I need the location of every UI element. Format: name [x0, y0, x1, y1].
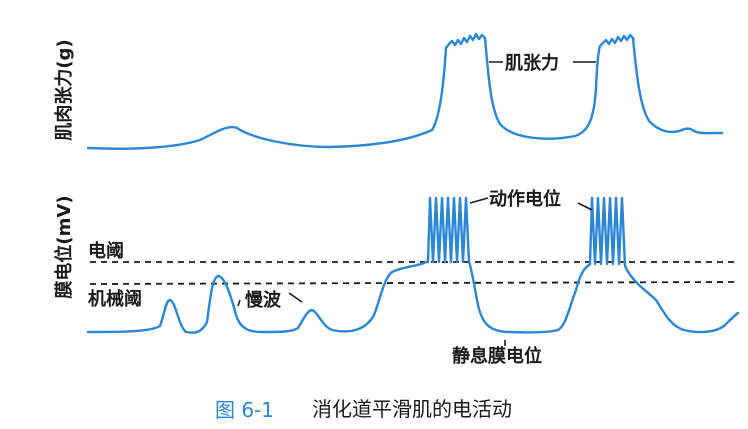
membrane-potential-trace: [86, 196, 740, 334]
bottom-ylabel: 膜电位(mV): [53, 195, 75, 299]
electrical-threshold-label: 电阈: [88, 240, 124, 262]
smooth-muscle-electrical-activity-diagram: 肌肉张力(g) 膜电位(mV) 肌张力 动作电位 电阈 机械阈 慢波 静息膜电位…: [53, 32, 740, 422]
muscle-tension-trace: [86, 32, 724, 150]
top-ylabel: 肌肉张力(g): [53, 39, 75, 140]
action-potential-label: 动作电位: [489, 188, 561, 210]
muscle-tension-label: 肌张力: [505, 53, 559, 74]
figure-number: 图 6-1: [215, 398, 274, 422]
figure-caption: 消化道平滑肌的电活动: [312, 397, 512, 421]
slow-wave-label: 慢波: [245, 289, 282, 311]
mechanical-threshold-line: [89, 281, 739, 285]
mechanical-threshold-label: 机械阈: [88, 288, 142, 310]
resting-potential-label: 静息膜电位: [452, 345, 542, 367]
